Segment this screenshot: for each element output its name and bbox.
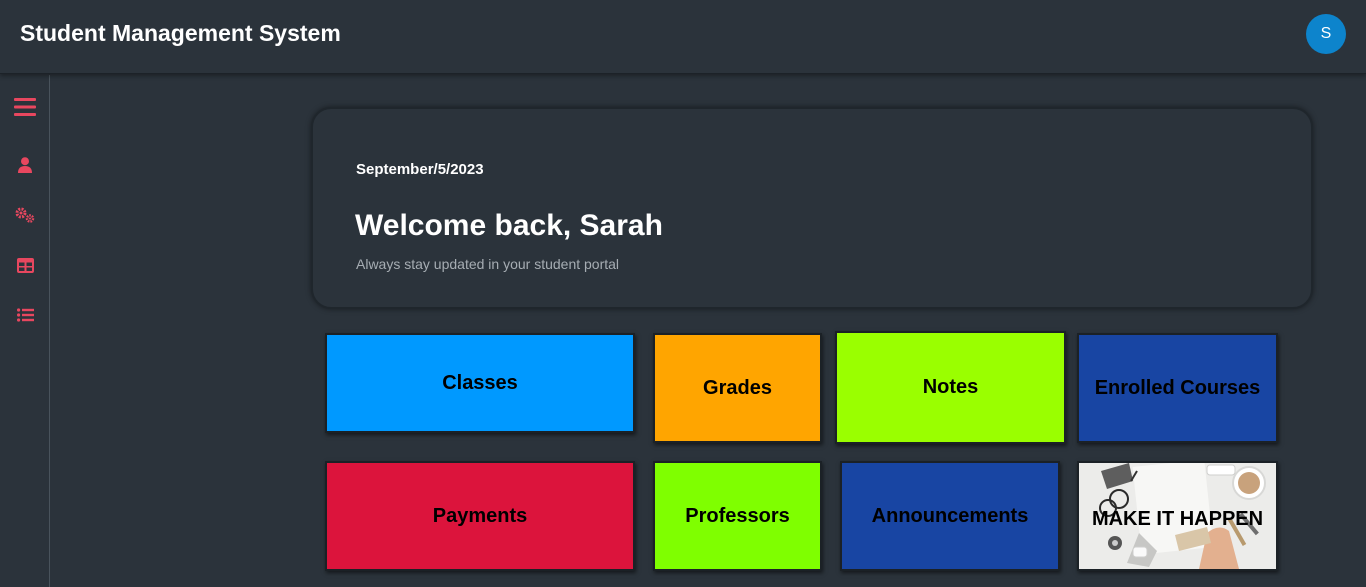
user-icon[interactable] bbox=[13, 154, 37, 176]
professors-tile[interactable]: Professors bbox=[653, 461, 822, 571]
table-icon[interactable] bbox=[13, 254, 37, 276]
user-avatar[interactable]: S bbox=[1306, 14, 1346, 54]
welcome-subtitle: Always stay updated in your student port… bbox=[356, 256, 620, 272]
top-bar: Student Management System S bbox=[0, 0, 1366, 74]
welcome-card: September/5/2023 Welcome back, Sarah Alw… bbox=[311, 107, 1313, 309]
payments-tile[interactable]: Payments bbox=[325, 461, 635, 571]
list-icon[interactable] bbox=[13, 304, 37, 326]
motivation-text: MAKE IT HAPPEN bbox=[1091, 508, 1264, 530]
motivation-image-tile[interactable]: MAKE IT HAPPEN bbox=[1077, 461, 1278, 571]
sidebar bbox=[0, 75, 50, 587]
notes-tile[interactable]: Notes bbox=[835, 331, 1066, 444]
announcements-tile[interactable]: Announcements bbox=[840, 461, 1060, 571]
welcome-heading: Welcome back, Sarah bbox=[355, 209, 663, 242]
grades-tile[interactable]: Grades bbox=[653, 333, 822, 443]
hamburger-menu-icon[interactable] bbox=[13, 96, 37, 118]
gears-icon[interactable] bbox=[13, 204, 37, 226]
enrolled-courses-tile[interactable]: Enrolled Courses bbox=[1077, 333, 1278, 443]
classes-tile[interactable]: Classes bbox=[325, 333, 635, 433]
app-title: Student Management System bbox=[20, 20, 341, 46]
current-date: September/5/2023 bbox=[356, 161, 484, 178]
